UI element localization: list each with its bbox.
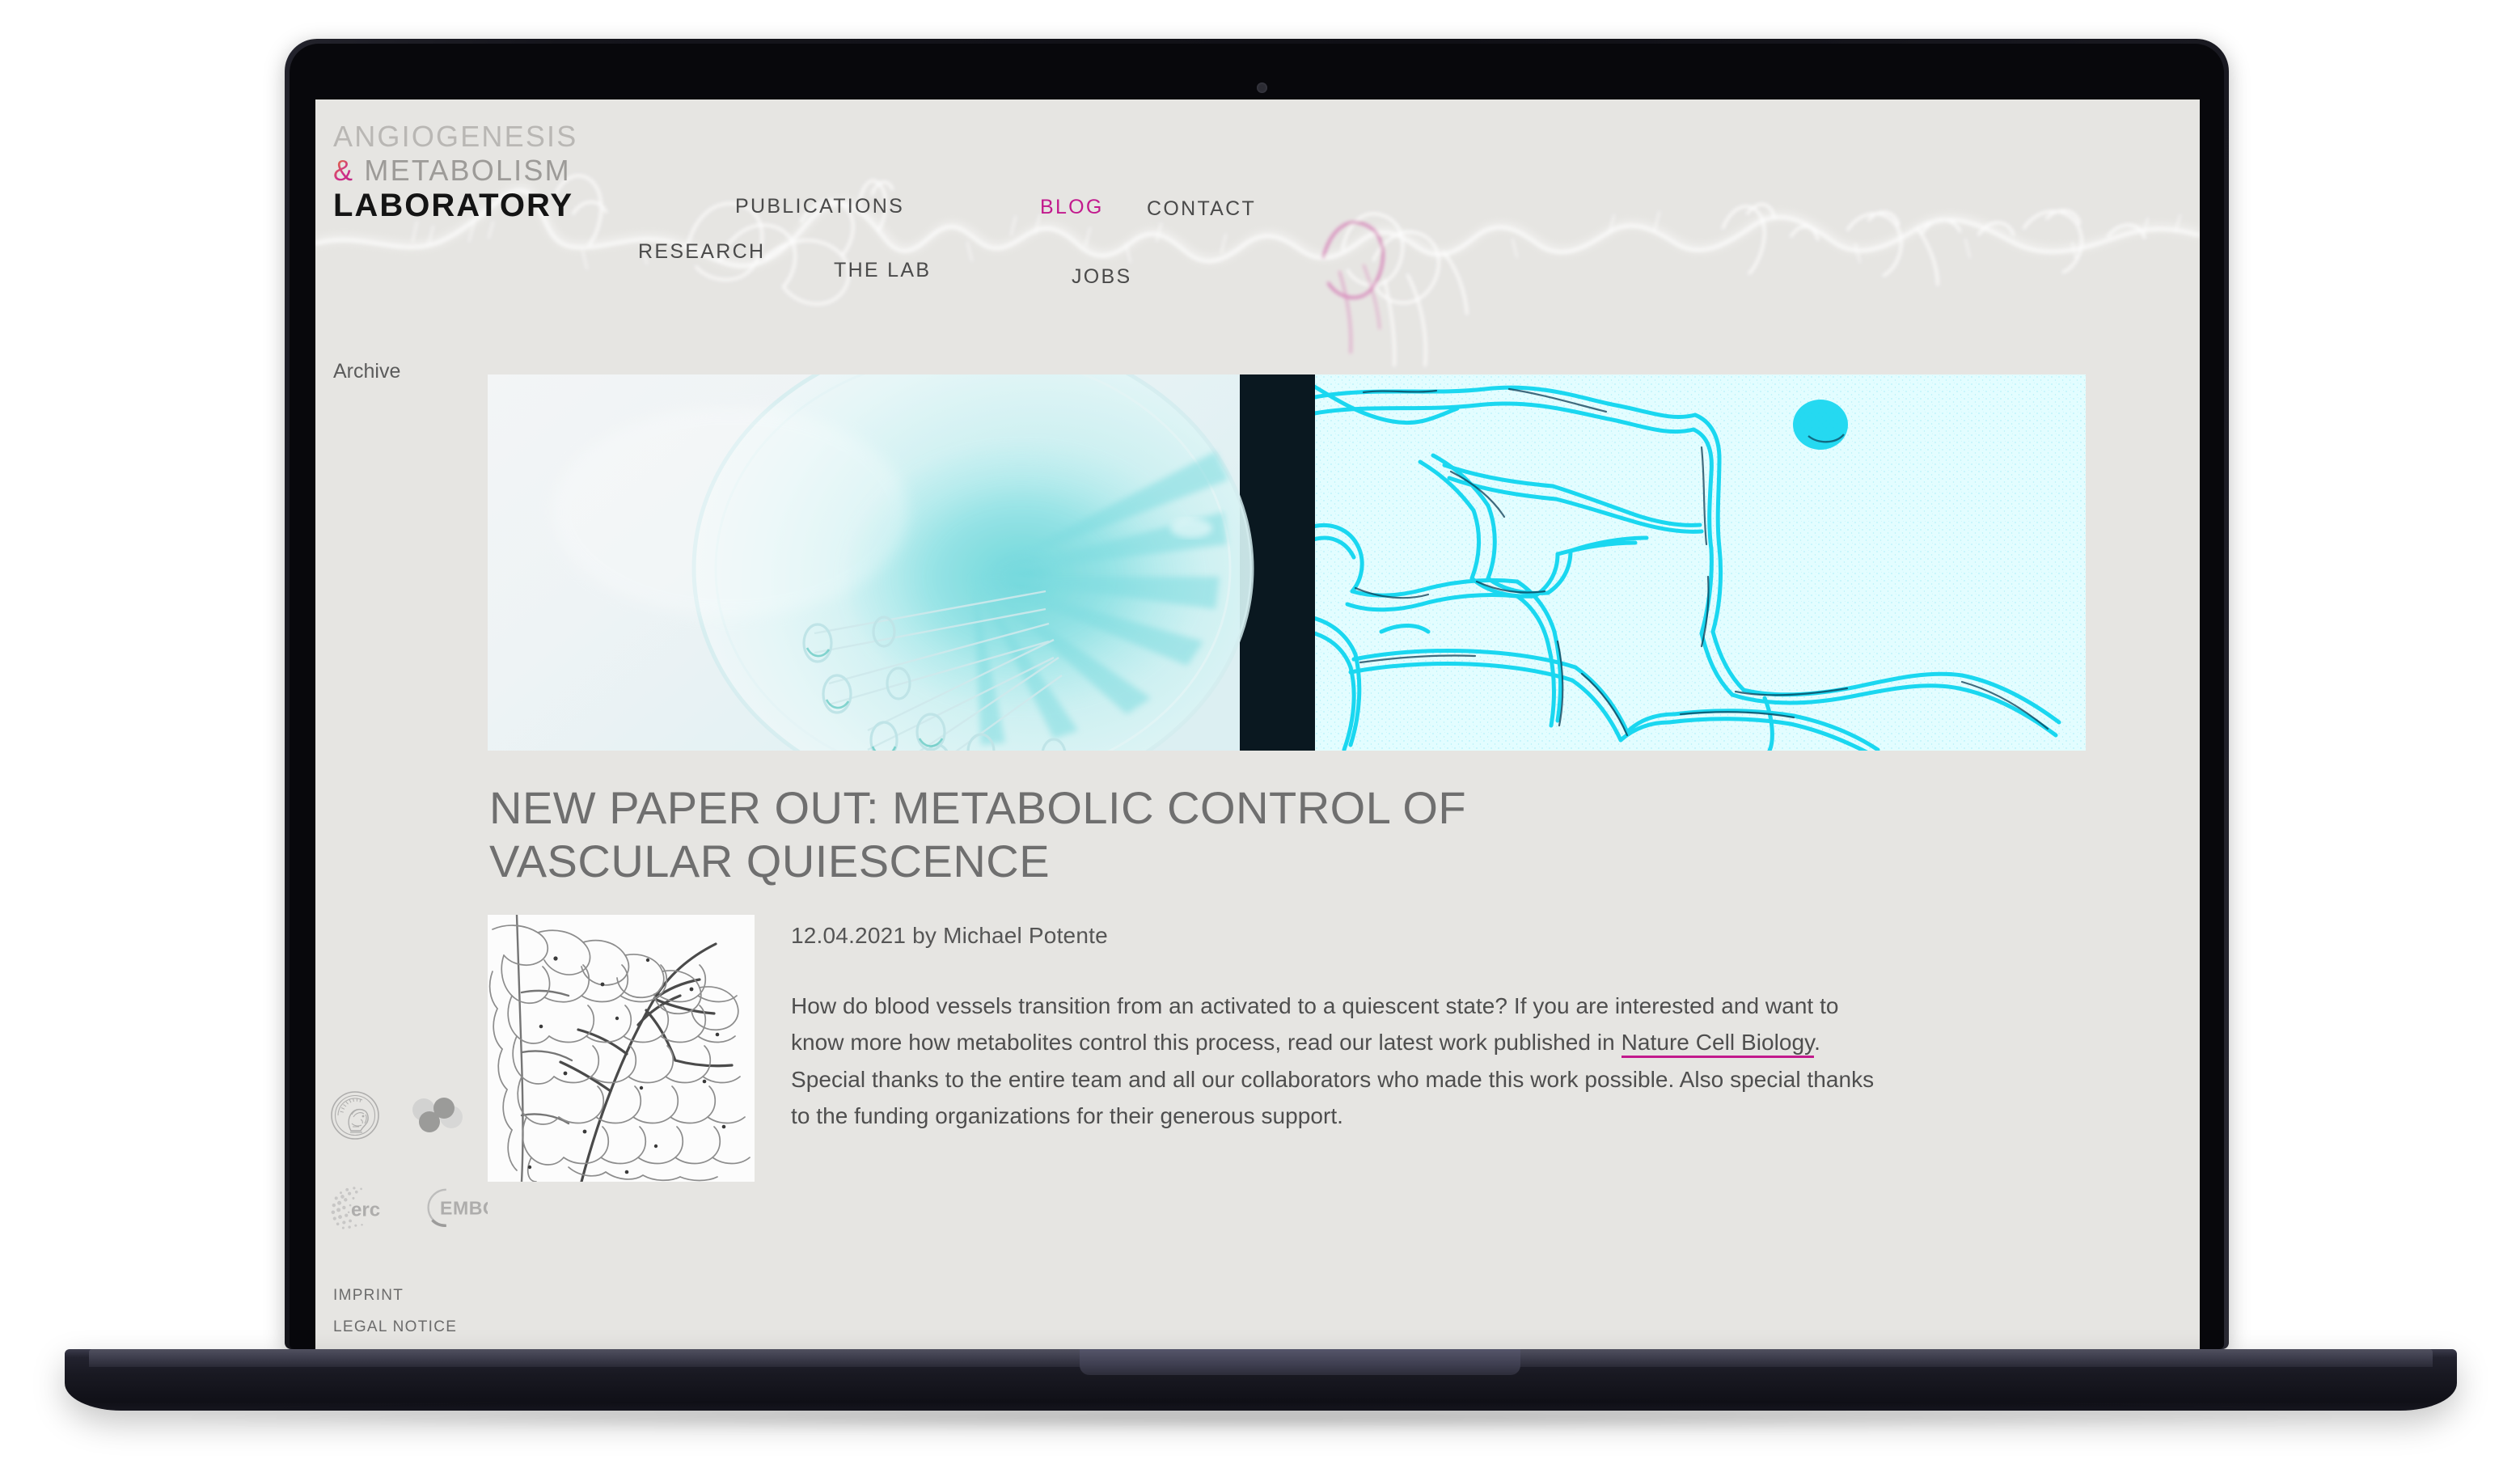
camera-dot-icon — [1257, 83, 1267, 93]
nav-publications[interactable]: PUBLICATIONS — [735, 195, 904, 218]
logo-metabolism-text: METABOLISM — [364, 154, 571, 187]
article-text: 12.04.2021 by Michael Potente How do blo… — [791, 915, 1891, 1182]
nav-research[interactable]: RESEARCH — [638, 240, 765, 264]
footer-links: IMPRINT LEGAL NOTICE — [333, 1287, 457, 1349]
laptop-base — [65, 1349, 2457, 1411]
blog-article: NEW PAPER OUT: METABOLIC CONTROL OF VASC… — [488, 751, 2200, 1183]
three-circles-logo[interactable] — [411, 1096, 464, 1135]
vessel-network-decoration — [315, 174, 2200, 367]
article-paragraph: How do blood vessels transition from an … — [791, 988, 1891, 1134]
page-body: Archive erc EMB IMPRINT LEGAL NOTICE NEW… — [315, 360, 2200, 1349]
max-planck-society-logo[interactable] — [330, 1090, 380, 1140]
hero-images — [488, 374, 2086, 751]
nav-jobs[interactable]: JOBS — [1072, 265, 1132, 289]
logo-line-angiogenesis: ANGIOGENESIS — [333, 120, 578, 153]
archive-link[interactable]: Archive — [333, 360, 400, 383]
embo-logo-text: EMBO — [440, 1198, 492, 1219]
browser-viewport: ANGIOGENESIS & METABOLISM LABORATORY RES… — [315, 99, 2200, 1349]
nav-contact[interactable]: CONTACT — [1147, 197, 1256, 221]
legal-notice-link[interactable]: LEGAL NOTICE — [333, 1318, 457, 1336]
article-thumbnail[interactable] — [488, 915, 755, 1183]
laptop-mockup: ANGIOGENESIS & METABOLISM LABORATORY RES… — [0, 0, 2520, 1464]
embo-logo[interactable]: EMBO — [420, 1184, 492, 1231]
nav-the-lab[interactable]: THE LAB — [834, 259, 931, 282]
site-logo[interactable]: ANGIOGENESIS & METABOLISM LABORATORY — [333, 122, 577, 222]
funder-logo-row-1 — [330, 1090, 492, 1140]
article-title: NEW PAPER OUT: METABOLIC CONTROL OF VASC… — [489, 782, 1467, 886]
nature-cell-biology-link[interactable]: Nature Cell Biology — [1621, 1030, 1815, 1059]
site-header: ANGIOGENESIS & METABOLISM LABORATORY RES… — [315, 99, 2200, 374]
logo-line-metabolism: & METABOLISM — [333, 156, 577, 185]
main-content: NEW PAPER OUT: METABOLIC CONTROL OF VASC… — [488, 374, 2200, 1349]
laptop-shadow — [170, 1406, 2353, 1430]
funder-logo-row-2: erc EMBO — [330, 1183, 492, 1233]
sidebar: Archive erc EMB IMPRINT LEGAL NOTICE — [315, 360, 492, 1349]
hero-micrograph-vessels — [1315, 374, 2086, 751]
article-meta: 12.04.2021 by Michael Potente — [791, 923, 1108, 949]
erc-logo[interactable]: erc — [330, 1183, 389, 1233]
nav-blog[interactable]: BLOG — [1040, 196, 1104, 219]
erc-logo-text: erc — [351, 1200, 380, 1221]
logo-line-laboratory: LABORATORY — [333, 188, 574, 223]
funder-logos: erc EMBO — [330, 1090, 492, 1233]
logo-ampersand: & — [333, 154, 355, 187]
laptop-base-notch — [1080, 1349, 1520, 1375]
imprint-link[interactable]: IMPRINT — [333, 1287, 457, 1305]
article-body: 12.04.2021 by Michael Potente How do blo… — [488, 915, 2200, 1183]
hero-photo-pipettes — [488, 374, 1315, 751]
